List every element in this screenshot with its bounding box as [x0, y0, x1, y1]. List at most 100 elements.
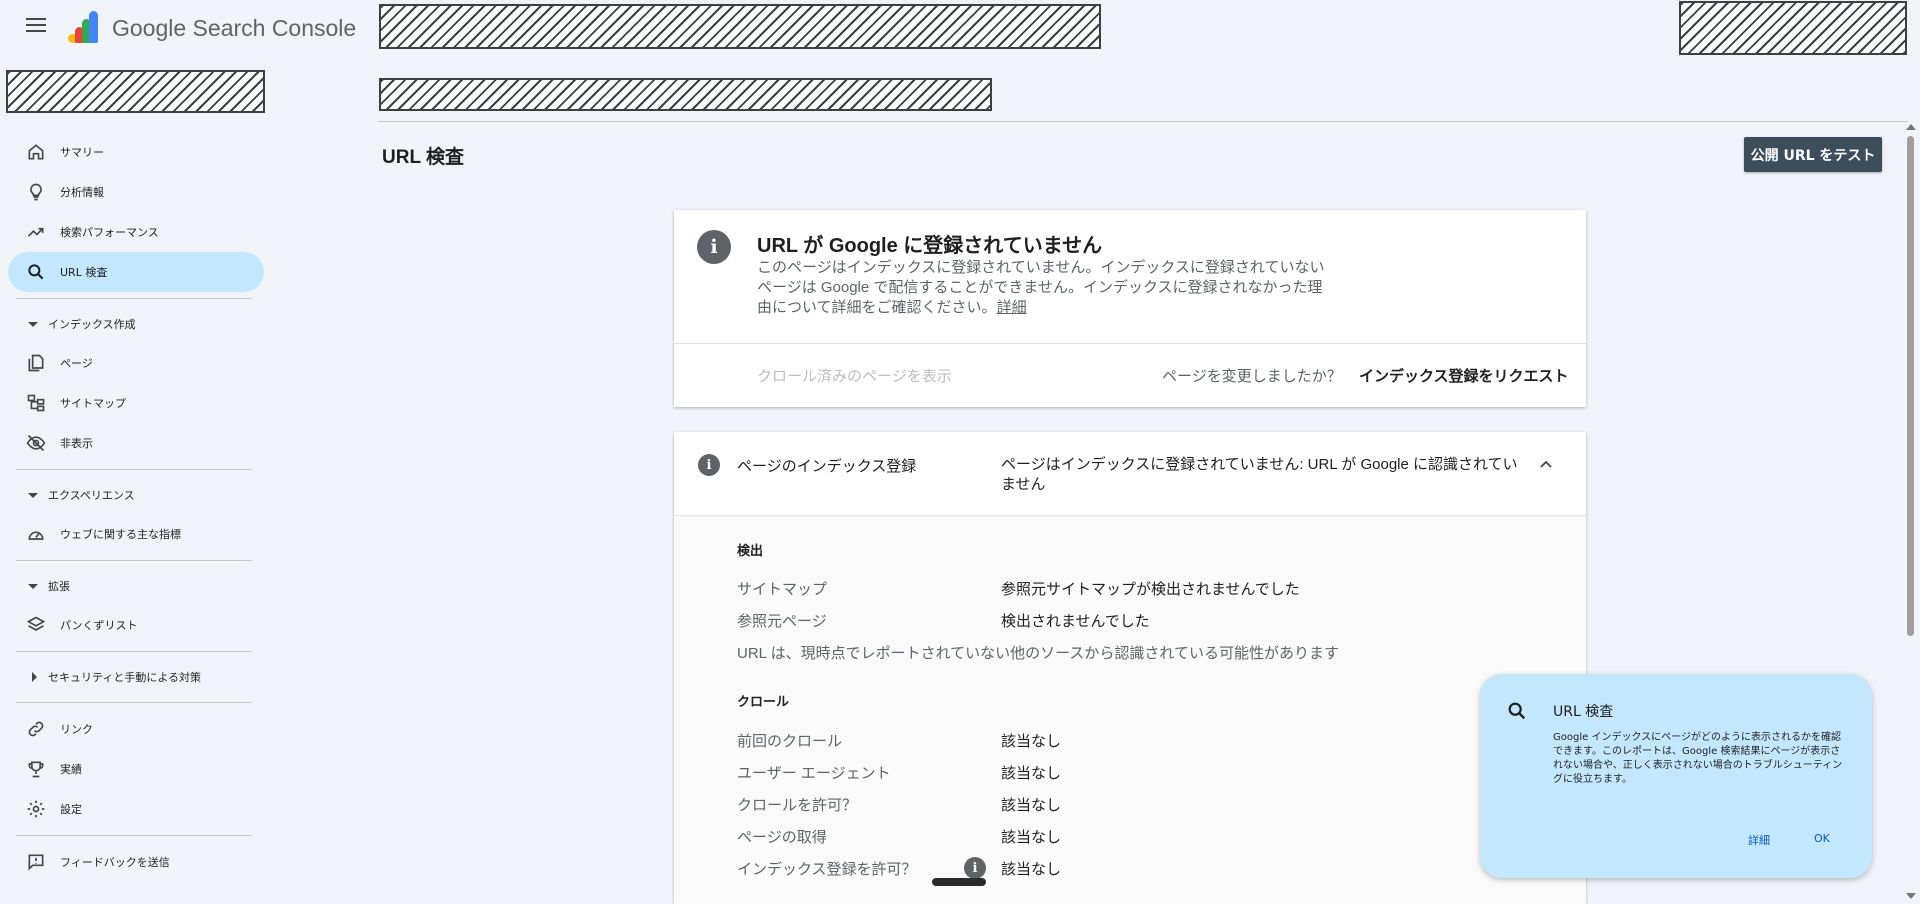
sidebar-section-label: セキュリティと手動による対策 — [48, 671, 202, 684]
detection-heading: 検出 — [737, 544, 764, 559]
sidebar-item-sitemaps[interactable]: サイトマップ — [8, 383, 264, 423]
sidebar-section-label: 拡張 — [48, 580, 70, 593]
request-indexing-button[interactable]: インデックス登録をリクエスト — [1359, 365, 1569, 386]
sidebar-item-label: フィードバックを送信 — [60, 856, 170, 869]
sidebar-item-settings[interactable]: 設定 — [8, 789, 264, 829]
sidebar-item-label: 検索パフォーマンス — [60, 226, 159, 239]
sidebar-item-pages[interactable]: ページ — [8, 343, 264, 383]
app-logo[interactable]: Google Search Console — [68, 10, 356, 46]
index-status-card: i URL が Google に登録されていません このページはインデックスに登… — [674, 210, 1586, 407]
crawl-row-value: 該当なし — [1001, 861, 1062, 878]
sidebar-item-removals[interactable]: 非表示 — [8, 423, 264, 463]
crawl-row-key: 前回のクロール — [737, 733, 843, 750]
sidebar-item-breadcrumbs[interactable]: パンくずリスト — [8, 605, 264, 645]
sidebar-item-url-inspection[interactable]: URL 検査 — [8, 252, 264, 292]
redacted-url-input — [379, 78, 992, 111]
scroll-up-arrow-icon[interactable] — [1906, 124, 1916, 130]
test-live-url-button[interactable]: 公開 URL をテスト — [1744, 137, 1882, 172]
info-icon: i — [697, 230, 731, 264]
sidebar-divider — [16, 651, 252, 652]
sidebar-section-experience[interactable]: エクスペリエンス — [8, 476, 264, 514]
sidebar-item-label: ページ — [60, 357, 93, 370]
crawl-row-value: 該当なし — [1001, 765, 1062, 782]
sidebar-divider — [16, 298, 252, 299]
layers-icon — [26, 616, 46, 631]
sidebar-item-insights[interactable]: 分析情報 — [8, 172, 264, 212]
sidebar-item-label: 設定 — [60, 803, 82, 816]
crawl-row-key: ページの取得 — [737, 829, 827, 846]
trophy-icon — [28, 761, 44, 778]
lightbulb-icon — [30, 183, 42, 201]
sitemap-icon — [27, 394, 45, 412]
help-info-icon[interactable]: i — [964, 857, 986, 879]
popup-ok-button[interactable]: OK — [1814, 832, 1830, 845]
crawl-row-value: 該当なし — [1001, 733, 1062, 750]
header-divider — [378, 121, 1908, 122]
view-crawled-page-button[interactable]: クロール済みのページを表示 — [757, 365, 952, 386]
scroll-down-arrow-icon[interactable] — [1906, 893, 1916, 899]
sidebar-section-label: インデックス作成 — [48, 318, 136, 331]
scrollbar-thumb[interactable] — [1907, 136, 1914, 636]
sidebar-item-summary[interactable]: サマリー — [8, 132, 264, 172]
sidebar-section-enhancements[interactable]: 拡張 — [8, 567, 264, 605]
caret-down-icon — [28, 583, 38, 589]
crawl-row-key: インデックス登録を許可？ — [737, 861, 917, 878]
sidebar-item-feedback[interactable]: フィードバックを送信 — [8, 842, 264, 882]
status-description: このページはインデックスに登録されていません。インデックスに登録されていない ペ… — [757, 258, 1347, 318]
hamburger-menu-icon[interactable] — [22, 14, 50, 38]
page-indexing-header[interactable]: i ページのインデックス登録 ページはインデックスに登録されていません: URL… — [674, 432, 1586, 516]
page-indexing-status: ページはインデックスに登録されていません: URL が Google に認識され… — [1001, 455, 1521, 495]
page-indexing-status-line: ページはインデックスに登録されていません: URL が Google に認識され… — [1001, 456, 1518, 473]
crawl-heading: クロール — [737, 695, 790, 710]
sidebar-item-label: URL 検査 — [60, 266, 108, 279]
sidebar-item-achievements[interactable]: 実績 — [8, 749, 264, 789]
sidebar-section-label: エクスペリエンス — [48, 489, 135, 502]
crawl-row-key: クロールを許可？ — [737, 797, 858, 814]
sidebar-divider — [16, 560, 252, 561]
sidebar-item-performance[interactable]: 検索パフォーマンス — [8, 212, 264, 252]
redacted-account-area — [1679, 1, 1907, 55]
url-inspection-tip-popup: URL 検査 Google インデックスにページがどのように表示されるかを確認で… — [1480, 674, 1872, 878]
sidebar-item-label: 実績 — [60, 763, 82, 776]
popup-title: URL 検査 — [1553, 704, 1614, 720]
sidebar-item-label: 非表示 — [60, 437, 93, 450]
crawl-row-key: ユーザー エージェント — [737, 765, 891, 782]
status-description-text: 由について詳細をご確認ください。 — [757, 299, 997, 316]
sidebar-item-core-web-vitals[interactable]: ウェブに関する主な指標 — [8, 514, 264, 554]
sidebar-divider — [16, 702, 252, 703]
sidebar-divider — [16, 835, 252, 836]
gear-icon — [27, 800, 45, 818]
detection-row-value: 検出されませんでした — [1001, 613, 1150, 630]
speed-icon — [28, 531, 44, 540]
page-indexing-card: i ページのインデックス登録 ページはインデックスに登録されていません: URL… — [674, 432, 1586, 904]
pages-icon — [28, 354, 44, 372]
popup-detail-button[interactable]: 詳細 — [1748, 832, 1770, 848]
popup-body: Google インデックスにページがどのように表示されるかを確認できます。このレ… — [1553, 732, 1843, 785]
link-icon — [28, 721, 44, 737]
sidebar-item-label: リンク — [60, 723, 93, 736]
sidebar-item-label: ウェブに関する主な指標 — [60, 528, 181, 541]
caret-down-icon — [28, 492, 38, 498]
detail-link[interactable]: 詳細 — [997, 299, 1027, 316]
sidebar-item-label: サイトマップ — [60, 397, 126, 410]
page-changed-question: ページを変更しましたか？ — [1162, 367, 1342, 385]
page-title: URL 検査 — [382, 147, 464, 168]
caret-down-icon — [28, 321, 38, 327]
status-title: URL が Google に登録されていません — [757, 235, 1103, 257]
status-description-line: 由について詳細をご確認ください。詳細 — [757, 298, 1347, 318]
app-title: Google Search Console — [112, 14, 357, 41]
chevron-up-icon[interactable] — [1540, 458, 1552, 470]
tooltip-handle — [932, 878, 986, 886]
sidebar-section-security[interactable]: セキュリティと手動による対策 — [8, 658, 264, 696]
status-description-line: このページはインデックスに登録されていません。インデックスに登録されていない — [757, 259, 1325, 276]
page-indexing-status-line: ません — [1001, 476, 1046, 493]
redacted-site-selector — [6, 70, 265, 113]
sidebar-divider — [16, 469, 252, 470]
detection-row-key: サイトマップ — [737, 581, 828, 598]
detection-row-value: 参照元サイトマップが検出されませんでした — [1001, 581, 1300, 598]
sidebar: サマリー 分析情報 検索パフォーマンス URL 検査 インデックス作成 ページ … — [0, 132, 268, 882]
visibility-off-icon — [26, 434, 46, 452]
sidebar-item-links[interactable]: リンク — [8, 709, 264, 749]
sidebar-item-label: サマリー — [60, 146, 104, 159]
sidebar-section-indexing[interactable]: インデックス作成 — [8, 305, 264, 343]
